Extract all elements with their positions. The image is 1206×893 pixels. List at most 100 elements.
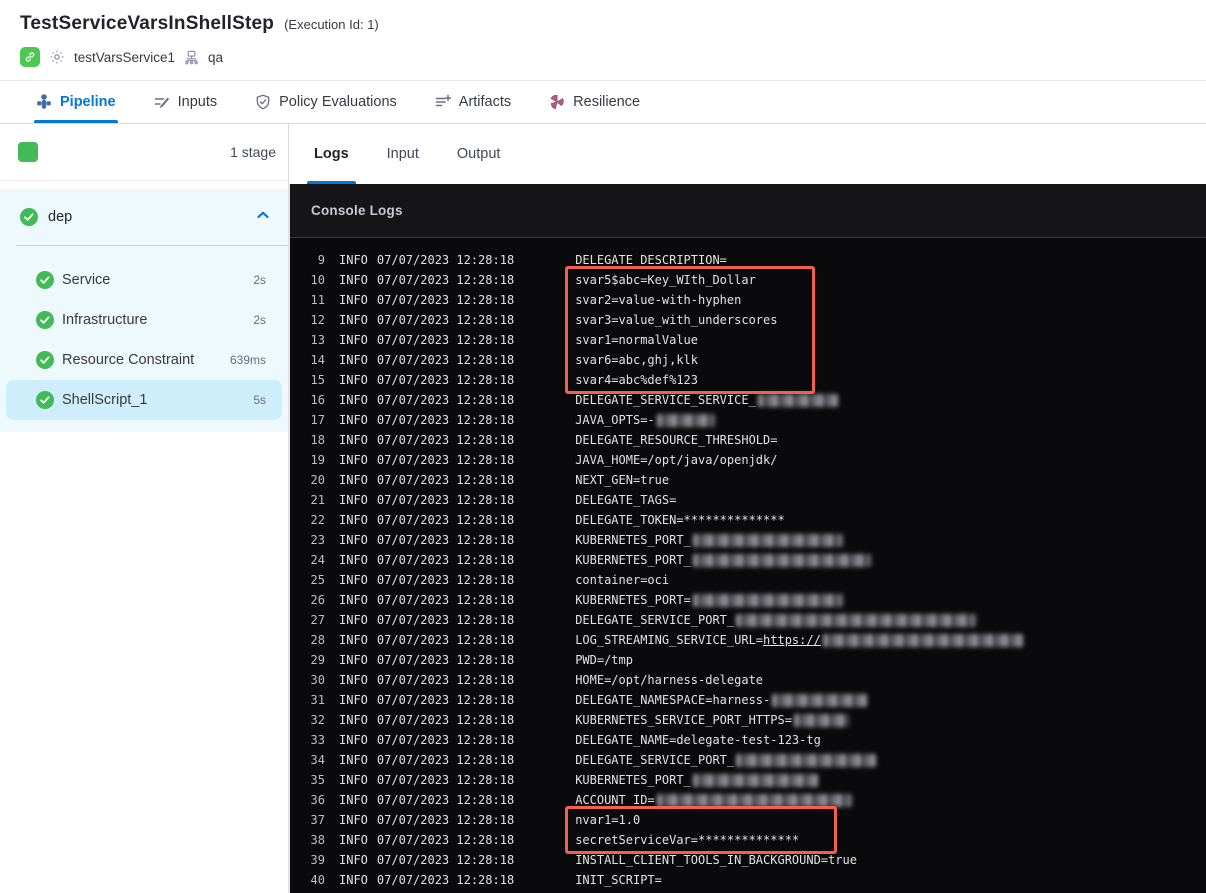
log-line: 18 INFO 07/07/2023 12:28:18 DELEGATE_RESOUR… [310, 433, 778, 447]
execution-id: (Execution Id: 1) [284, 17, 379, 32]
log-text: DELEGATE_RESOURCE_THRESHOLD= [575, 433, 778, 447]
log-line: 25 INFO 07/07/2023 12:28:18 container=oci [310, 573, 670, 587]
log-line: 38 INFO 07/07/2023 12:28:18 secretServiceVa… [310, 833, 800, 847]
log-line: 16 INFO 07/07/2023 12:28:18 DELEGATE_SERVIC… [308, 390, 1206, 410]
log-line: 34 INFO 07/07/2023 12:28:18 DELEGATE_SERVIC… [308, 750, 1206, 770]
log-message: ACCOUNT_ID= [575, 793, 852, 807]
log-line: 28 INFO 07/07/2023 12:28:18 LOG_STREAMING_S… [308, 630, 1206, 650]
tab-pipeline[interactable]: Pipeline [34, 81, 118, 123]
log-line: 12 INFO 07/07/2023 12:28:18 svar3=value_wit… [310, 313, 778, 327]
log-message: INIT_SCRIPT= [575, 873, 662, 887]
log-text: JAVA_HOME=/opt/java/openjdk/ [575, 453, 778, 467]
service-gear-icon [49, 49, 65, 65]
log-message: KUBERNETES_PORT_ [575, 553, 871, 567]
log-message: DELEGATE_TOKEN=************** [575, 513, 785, 527]
log-line: 37 INFO 07/07/2023 12:28:18 nvar1=1.0 [310, 813, 641, 827]
log-text: container=oci [575, 573, 670, 587]
step-label: Infrastructure [62, 312, 148, 328]
log-message: secretServiceVar=************** [575, 833, 799, 847]
step-service[interactable]: Service 2s [6, 260, 282, 300]
log-panel-tabbar: Logs Input Output [288, 124, 1206, 184]
tab-logs-label: Logs [314, 146, 349, 162]
redacted-text [692, 553, 871, 567]
log-line: 40 INFO 07/07/2023 12:28:18 INIT_SCRIPT= [310, 873, 662, 887]
tab-inputs-label: Inputs [177, 94, 218, 110]
step-infrastructure[interactable]: Infrastructure 2s [6, 300, 282, 340]
tab-artifacts[interactable]: Artifacts [435, 81, 511, 123]
log-line: 26 INFO 07/07/2023 12:28:18 KUBERNETES_PORT… [308, 590, 1206, 610]
step-duration: 2s [253, 313, 266, 327]
tab-artifacts-label: Artifacts [458, 94, 512, 110]
stage-group: dep Service 2s Infrastructure 2s Resource Co… [0, 189, 288, 432]
stage-group-header[interactable]: dep [0, 189, 288, 245]
log-message: JAVA_HOME=/opt/java/openjdk/ [575, 453, 777, 467]
service-name: testVarsService1 [74, 49, 176, 65]
log-line: 30 INFO 07/07/2023 12:28:18 HOME=/opt/harne… [310, 673, 764, 687]
log-text: DELEGATE_SERVICE_PORT_ [575, 753, 735, 767]
tab-resilience[interactable]: Resilience [549, 81, 640, 123]
step-resource-constraint[interactable]: Resource Constraint 639ms [6, 340, 282, 380]
log-message: KUBERNETES_SERVICE_PORT_HTTPS= [575, 713, 849, 727]
stage-summary-bar: 1 stage [0, 124, 288, 181]
stage-group-name: dep [48, 209, 73, 225]
tab-input[interactable]: Input [380, 124, 426, 184]
log-text: JAVA_OPTS=- [575, 413, 655, 427]
resilience-chaos-icon [549, 94, 565, 110]
log-message: DELEGATE_RESOURCE_THRESHOLD= [575, 433, 777, 447]
log-message: PWD=/tmp [575, 653, 633, 667]
log-link[interactable]: https:// [763, 633, 821, 647]
redacted-text [656, 793, 852, 807]
log-line: 36 INFO 07/07/2023 12:28:18 ACCOUNT_ID= [308, 790, 1206, 810]
log-line: 29 INFO 07/07/2023 12:28:18 PWD=/tmp [310, 653, 633, 667]
log-text: DELEGATE_SERVICE_SERVICE_ [575, 393, 756, 407]
log-line: 27 INFO 07/07/2023 12:28:18 DELEGATE_SERVIC… [308, 610, 1206, 630]
step-shellscript-1[interactable]: ShellScript_1 5s [6, 380, 282, 420]
success-check-icon [36, 351, 54, 369]
log-message: DELEGATE_DESCRIPTION= [575, 253, 727, 267]
stage-status-square [18, 142, 38, 162]
log-line: 17 INFO 07/07/2023 12:28:18 JAVA_OPTS=- [308, 410, 1206, 430]
tab-resilience-label: Resilience [573, 94, 641, 110]
step-duration: 639ms [229, 353, 266, 367]
log-text: KUBERNETES_PORT_ [575, 553, 691, 567]
page-title: TestServiceVarsInShellStep [20, 13, 275, 34]
environment-name: qa [208, 49, 224, 65]
log-text: KUBERNETES_SERVICE_PORT_HTTPS= [575, 713, 792, 727]
log-line: 15 INFO 07/07/2023 12:28:18 svar4=abc%def%1… [310, 373, 699, 387]
log-message: KUBERNETES_PORT_ [575, 773, 818, 787]
log-text: DELEGATE_NAME=delegate-test-123-tg [575, 733, 821, 747]
log-message: NEXT_GEN=true [575, 473, 669, 487]
log-line: 22 INFO 07/07/2023 12:28:18 DELEGATE_TOKEN=… [310, 513, 785, 527]
log-text: DELEGATE_SERVICE_PORT_ [575, 613, 735, 627]
execution-tabbar: Pipeline Inputs Policy Evaluations Artif… [0, 81, 1206, 124]
tab-policy-evaluations-label: Policy Evaluations [279, 94, 397, 110]
redacted-text [757, 393, 838, 407]
log-text: HOME=/opt/harness-delegate [575, 673, 764, 687]
tab-logs[interactable]: Logs [307, 124, 356, 184]
log-text: DELEGATE_NAMESPACE=harness- [575, 693, 771, 707]
log-text: secretServiceVar=************** [575, 833, 800, 847]
tab-output[interactable]: Output [450, 124, 508, 184]
log-line: 19 INFO 07/07/2023 12:28:18 JAVA_HOME=/opt/… [310, 453, 778, 467]
log-message: DELEGATE_SERVICE_PORT_ [575, 753, 877, 767]
chevron-up-icon[interactable] [256, 208, 270, 226]
tab-inputs[interactable]: Inputs [154, 81, 218, 123]
log-line: 31 INFO 07/07/2023 12:28:18 DELEGATE_NAMESP… [308, 690, 1206, 710]
log-text: DELEGATE_TAGS= [575, 493, 677, 507]
redacted-text [692, 773, 818, 787]
log-text: nvar1=1.0 [575, 813, 641, 827]
log-text: INSTALL_CLIENT_TOOLS_IN_BACKGROUND=true [575, 853, 857, 867]
step-label: Resource Constraint [62, 352, 195, 368]
redacted-text [736, 753, 877, 767]
stage-count: 1 stage [230, 144, 276, 160]
redacted-text [736, 613, 977, 627]
log-message: LOG_STREAMING_SERVICE_URL= https:// [575, 633, 1023, 647]
tab-input-label: Input [386, 146, 419, 162]
redacted-text [793, 713, 849, 727]
log-message: svar6=abc,ghj,klk [575, 353, 698, 367]
log-line: 24 INFO 07/07/2023 12:28:18 KUBERNETES_PORT… [308, 550, 1206, 570]
redacted-text [822, 633, 1023, 647]
log-line: 35 INFO 07/07/2023 12:28:18 KUBERNETES_PORT… [308, 770, 1206, 790]
console-log-body[interactable]: 9 INFO 07/07/2023 12:28:18 DELEGATE_DESCRIP… [290, 238, 1206, 893]
tab-policy-evaluations[interactable]: Policy Evaluations [255, 81, 397, 123]
